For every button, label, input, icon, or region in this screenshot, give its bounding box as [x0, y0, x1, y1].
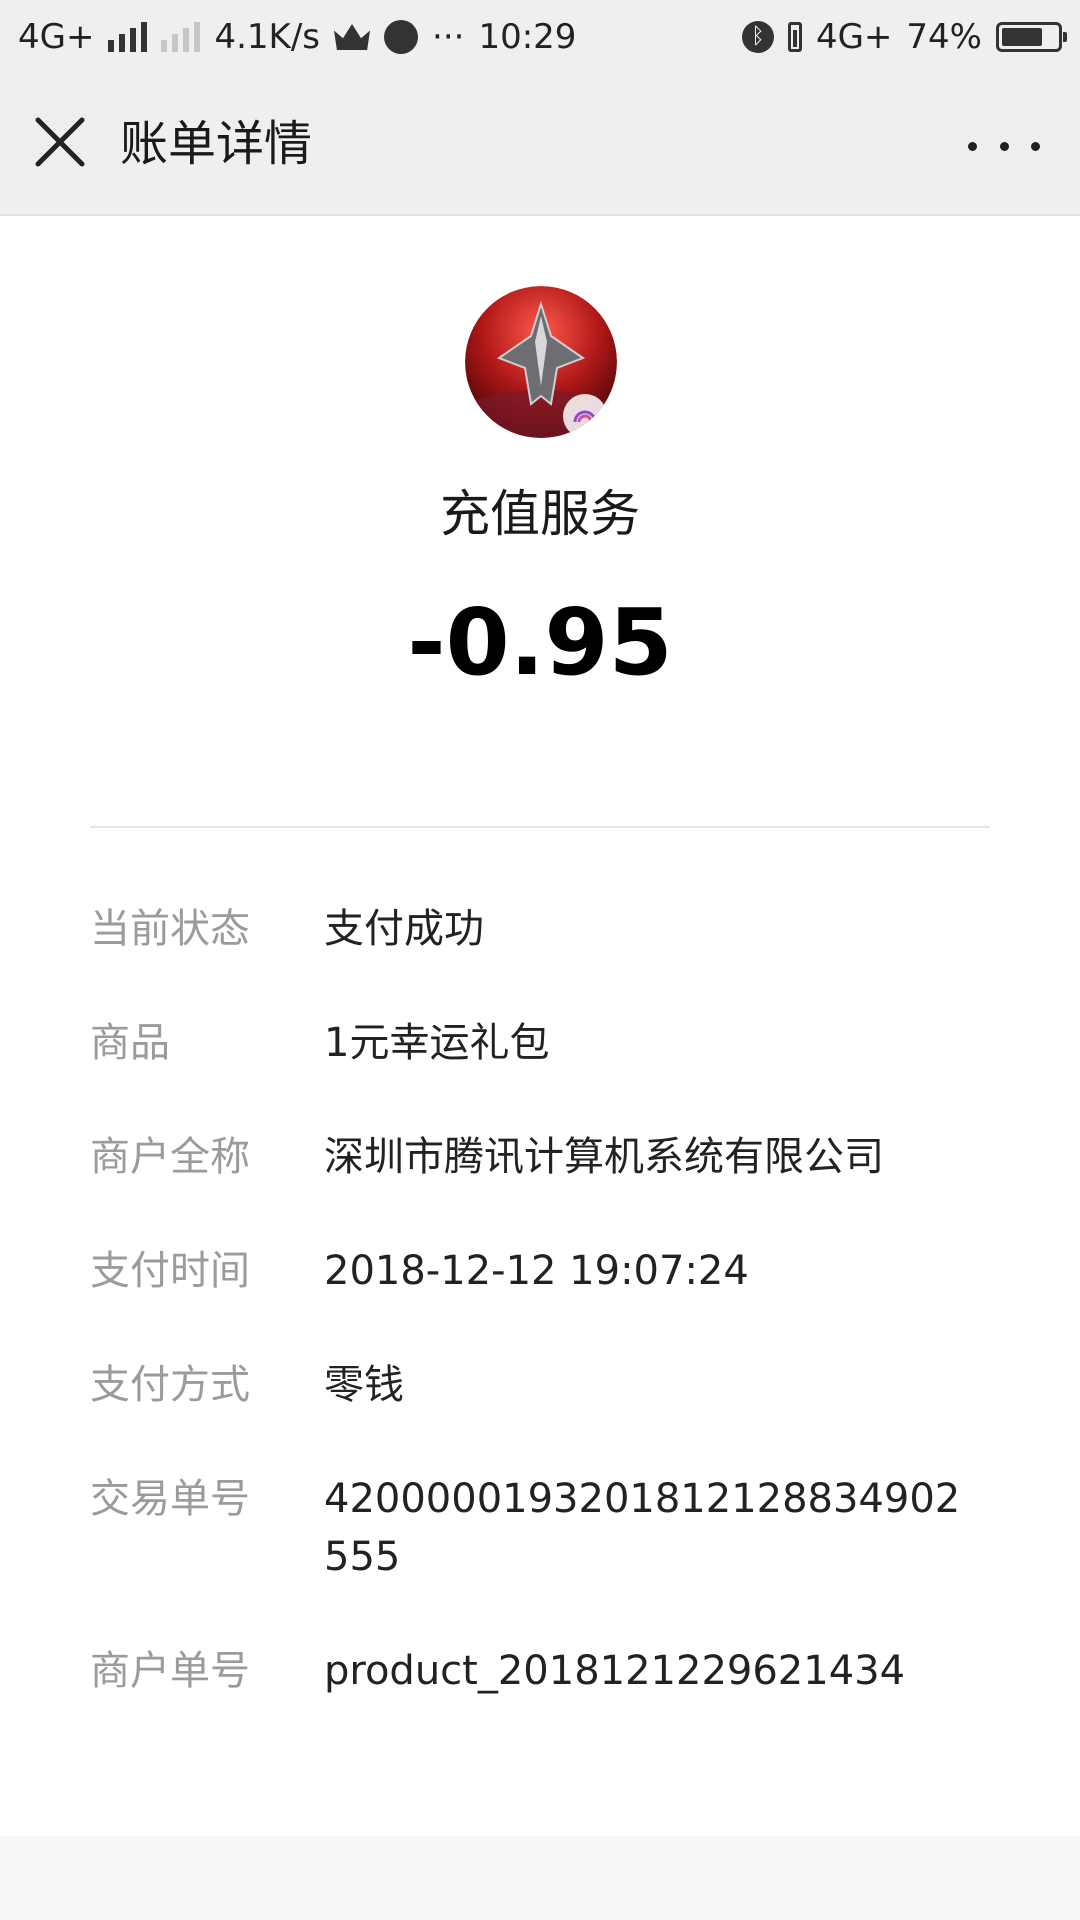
divider: [90, 826, 990, 828]
game-spaceship-avatar: [465, 286, 617, 438]
battery-small-icon: [787, 22, 802, 52]
detail-value[interactable]: product_2018121229621434: [324, 1642, 984, 1700]
more-dots-icon: [968, 141, 977, 151]
battery-icon: [996, 22, 1067, 52]
detail-value: 深圳市腾讯计算机系统有限公司: [324, 1134, 884, 1180]
page-title: 账单详情: [120, 116, 313, 172]
status-bar-left: 4G+ 4.1K/s ··· 10:29: [18, 17, 576, 57]
close-icon: [35, 117, 85, 167]
service-name: 充值服务: [440, 485, 640, 543]
network-speed: 4.1K/s: [214, 17, 321, 57]
signal-weak-icon: [161, 22, 201, 52]
detail-label: 当前状态: [90, 906, 250, 952]
detail-label: 交易单号: [90, 1476, 250, 1522]
clock: 10:29: [478, 17, 577, 57]
battery-percent: 74%: [906, 17, 982, 57]
detail-value: 2018-12-12 19:07:24: [324, 1248, 749, 1294]
more-notifications-icon: ···: [432, 17, 465, 57]
browser-icon: [384, 20, 419, 54]
bottom-band: [0, 1836, 1080, 1920]
detail-value: 零钱: [324, 1362, 404, 1408]
crown-icon: [334, 24, 371, 50]
detail-value: 支付成功: [324, 906, 484, 952]
network-type-left: 4G+: [18, 17, 95, 57]
bluetooth-icon: ᛒ: [741, 21, 774, 53]
signal-icon: [108, 22, 148, 52]
nav-bar: 账单详情: [0, 74, 1080, 216]
status-bar: 4G+ 4.1K/s ··· 10:29 ᛒ 4G+ 74%: [0, 0, 1080, 74]
network-type-right: 4G+: [815, 17, 893, 57]
detail-label: 支付方式: [90, 1362, 250, 1408]
detail-value: 1元幸运礼包: [324, 1020, 550, 1066]
close-button[interactable]: [28, 110, 92, 174]
transaction-amount: -0.95: [407, 589, 673, 696]
detail-value[interactable]: 4200000193201812128834902555: [324, 1470, 984, 1586]
detail-label: 商户单号: [90, 1648, 250, 1694]
detail-label: 支付时间: [90, 1248, 250, 1294]
more-button[interactable]: [968, 120, 1040, 172]
status-bar-right: ᛒ 4G+ 74%: [741, 17, 1067, 57]
detail-label: 商户全称: [90, 1134, 250, 1180]
detail-label: 商品: [90, 1020, 170, 1066]
merchant-avatar: [465, 286, 617, 438]
